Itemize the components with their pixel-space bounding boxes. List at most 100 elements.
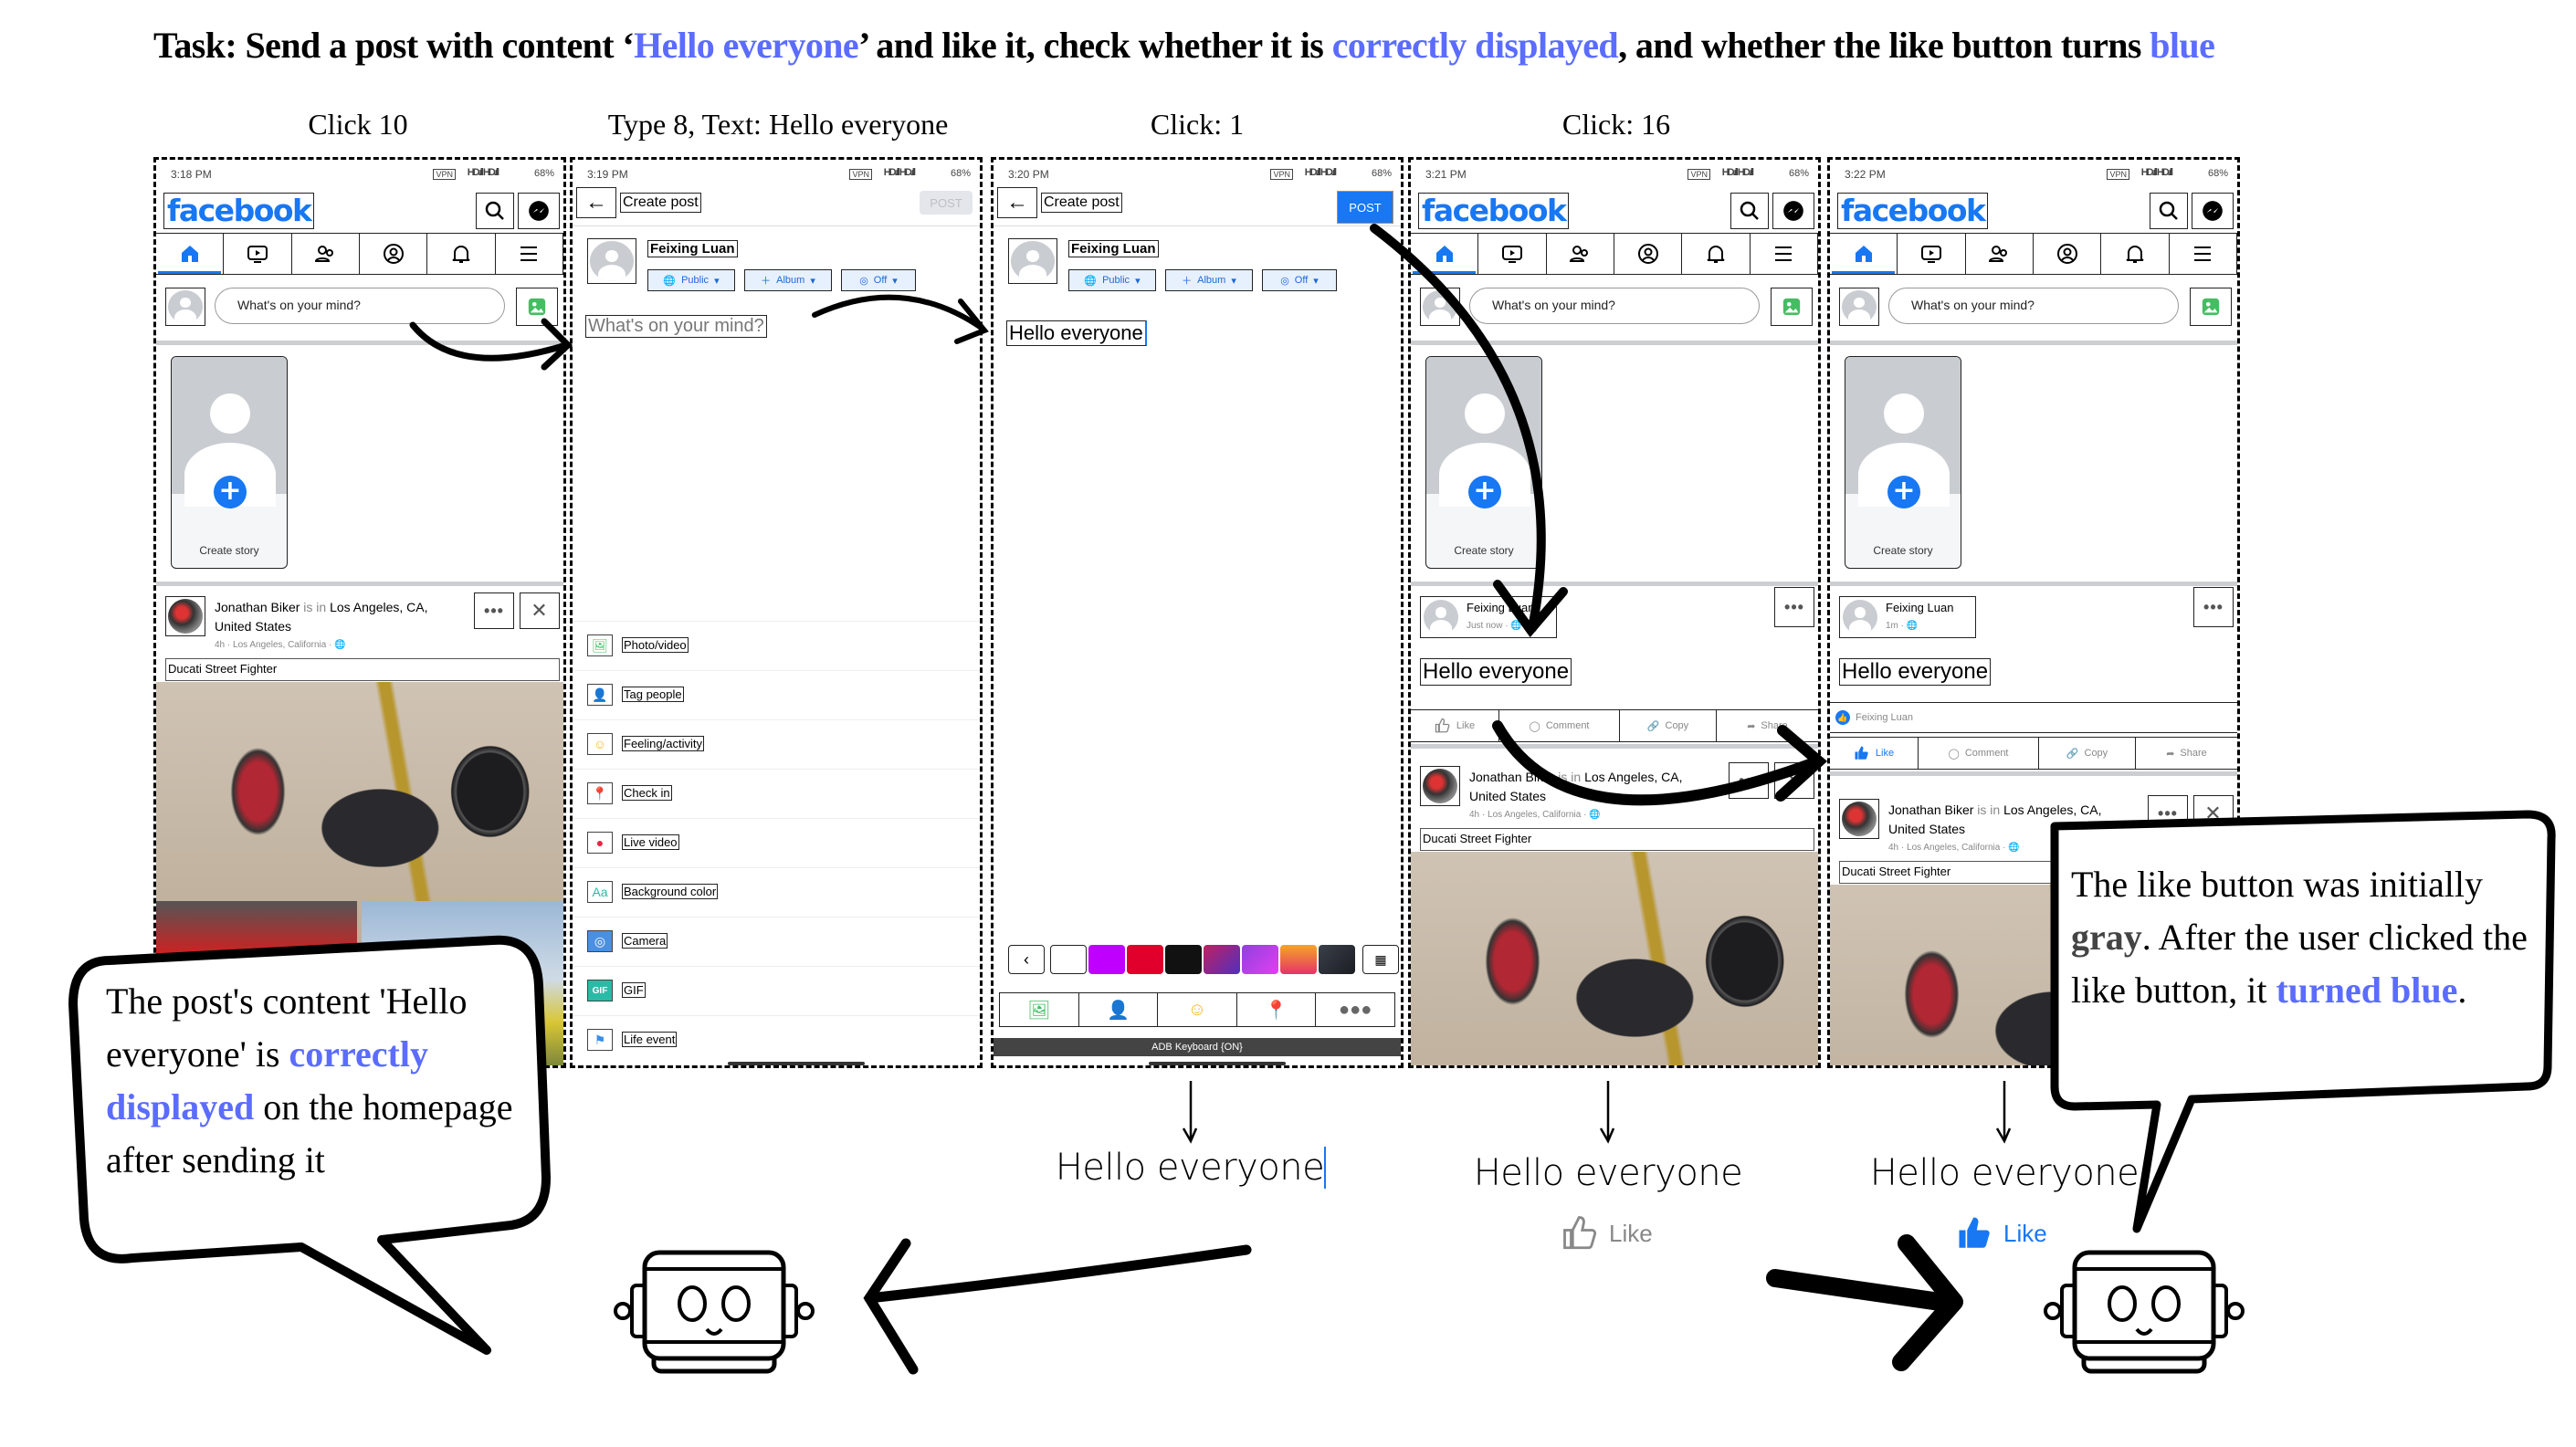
- comment-button[interactable]: ◯ Comment: [1499, 710, 1620, 741]
- copy-button[interactable]: 🔗 Copy: [1620, 710, 1717, 741]
- option-gif[interactable]: GIF GIF: [573, 966, 980, 1015]
- place-link[interactable]: Los Angeles, California: [1907, 843, 2000, 853]
- tab-video[interactable]: [1898, 234, 1966, 274]
- home-indicator[interactable]: [1149, 1062, 1286, 1065]
- color-swatch[interactable]: [1242, 945, 1278, 974]
- option-live-video[interactable]: ● Live video: [573, 818, 980, 867]
- option-life-event[interactable]: ⚑ Life event: [573, 1015, 980, 1064]
- author-name[interactable]: Jonathan Biker: [215, 600, 300, 614]
- photo-button[interactable]: [2190, 288, 2232, 326]
- composer-avatar[interactable]: [1839, 288, 1879, 326]
- author-avatar[interactable]: [165, 596, 205, 636]
- toolbar-feeling[interactable]: ☺: [1158, 993, 1237, 1026]
- tab-home[interactable]: [1830, 234, 1898, 274]
- search-button[interactable]: [1730, 193, 1769, 229]
- messenger-button[interactable]: [1772, 193, 1814, 229]
- place-link[interactable]: Los Angeles, California: [1488, 810, 1581, 820]
- composer-input[interactable]: What's on your mind?: [1469, 288, 1760, 324]
- audience-dropdown[interactable]: 🌐 Public ▾: [647, 269, 735, 291]
- place-link[interactable]: Los Angeles, California: [233, 640, 326, 650]
- messenger-button[interactable]: [518, 193, 560, 229]
- audience-dropdown[interactable]: 🌐 Public ▾: [1068, 269, 1156, 291]
- toolbar-tag-people[interactable]: 👤: [1079, 993, 1159, 1026]
- own-post-header[interactable]: Feixing Luan 1m · 🌐: [1839, 596, 1976, 638]
- tab-home[interactable]: [1411, 234, 1479, 274]
- search-button[interactable]: [476, 193, 514, 229]
- instagram-share-dropdown[interactable]: ◎ Off ▾: [1262, 269, 1337, 291]
- comment-button[interactable]: ◯ Comment: [1919, 738, 2039, 769]
- swatch-back-button[interactable]: ‹: [1008, 945, 1045, 974]
- post-text-input[interactable]: Hello everyone: [1006, 320, 1147, 346]
- post-button[interactable]: POST: [1337, 191, 1393, 224]
- tab-menu[interactable]: [1751, 234, 1818, 274]
- author-name[interactable]: Jonathan Biker: [1469, 770, 1554, 784]
- color-swatch[interactable]: [1204, 945, 1240, 974]
- toolbar-check-in[interactable]: 📍: [1237, 993, 1317, 1026]
- copy-button[interactable]: 🔗 Copy: [2039, 738, 2136, 769]
- search-button[interactable]: [2150, 193, 2188, 229]
- hide-post-button[interactable]: ✕: [1774, 762, 1814, 799]
- facebook-logo[interactable]: facebook: [1418, 193, 1570, 229]
- color-swatch[interactable]: [1319, 945, 1355, 974]
- composer-input[interactable]: What's on your mind?: [1888, 288, 2179, 324]
- post-text-input[interactable]: What's on your mind?: [585, 315, 767, 338]
- hide-post-button[interactable]: ✕: [2193, 795, 2234, 832]
- tab-profile[interactable]: [360, 234, 428, 274]
- back-button[interactable]: ←: [997, 187, 1037, 218]
- instagram-share-dropdown[interactable]: ◎ Off ▾: [841, 269, 916, 291]
- facebook-logo[interactable]: facebook: [163, 193, 315, 229]
- color-swatch[interactable]: [1127, 945, 1163, 974]
- tab-friends[interactable]: [1966, 234, 2034, 274]
- option-feeling-activity[interactable]: ☺ Feeling/activity: [573, 719, 980, 769]
- tab-friends[interactable]: [1547, 234, 1614, 274]
- post-button-disabled[interactable]: POST: [920, 191, 973, 215]
- color-swatch[interactable]: [1280, 945, 1317, 974]
- option-tag-people[interactable]: 👤 Tag people: [573, 670, 980, 719]
- tab-profile[interactable]: [1614, 234, 1683, 274]
- option-check-in[interactable]: 📍 Check in: [573, 769, 980, 818]
- motorcycle-photo[interactable]: [1411, 852, 1818, 1065]
- create-story-card[interactable]: + Create story: [1425, 356, 1542, 569]
- tab-notifications[interactable]: [427, 234, 496, 274]
- tab-notifications[interactable]: [2101, 234, 2170, 274]
- composer-avatar[interactable]: [1420, 288, 1460, 326]
- back-button[interactable]: ←: [576, 187, 616, 218]
- album-dropdown[interactable]: ＋ Album ▾: [744, 269, 832, 291]
- more-options-button[interactable]: •••: [1729, 762, 1769, 799]
- swatch-grid-button[interactable]: ▦: [1362, 945, 1399, 974]
- tab-notifications[interactable]: [1682, 234, 1751, 274]
- toolbar-more[interactable]: ●●●: [1316, 993, 1394, 1026]
- more-options-button[interactable]: •••: [474, 592, 514, 629]
- like-button-active[interactable]: Like: [1830, 738, 1919, 769]
- author-avatar[interactable]: [1839, 799, 1879, 839]
- hide-post-button[interactable]: ✕: [520, 592, 560, 629]
- option-photo-video[interactable]: 🖼 Photo/video: [573, 621, 980, 670]
- share-button[interactable]: ➦ Share: [2136, 738, 2237, 769]
- tab-menu[interactable]: [496, 234, 563, 274]
- photo-button[interactable]: [1771, 288, 1813, 326]
- tab-home[interactable]: [156, 234, 225, 274]
- own-post-header[interactable]: Feixing Luan Just now · 🌐: [1420, 596, 1557, 638]
- like-button[interactable]: Like: [1411, 710, 1499, 741]
- author-avatar[interactable]: [1420, 766, 1460, 806]
- more-options-button[interactable]: •••: [1774, 587, 1814, 627]
- composer-avatar[interactable]: [165, 288, 205, 326]
- create-story-card[interactable]: + Create story: [171, 356, 288, 569]
- option-camera[interactable]: ◎ Camera: [573, 917, 980, 966]
- option-background-color[interactable]: Aa Background color: [573, 867, 980, 917]
- composer-input[interactable]: What's on your mind?: [215, 288, 505, 324]
- toolbar-photo[interactable]: 🖼: [1000, 993, 1079, 1026]
- photo-button[interactable]: [516, 288, 558, 326]
- more-options-button[interactable]: •••: [2148, 795, 2188, 832]
- color-swatch[interactable]: [1050, 945, 1087, 974]
- more-options-button[interactable]: •••: [2193, 587, 2234, 627]
- messenger-button[interactable]: [2192, 193, 2234, 229]
- reactions-summary[interactable]: 👍 Feixing Luan: [1830, 702, 2237, 733]
- facebook-logo[interactable]: facebook: [1837, 193, 1989, 229]
- author-name[interactable]: Jonathan Biker: [1888, 802, 1973, 817]
- home-indicator[interactable]: [728, 1062, 865, 1065]
- color-swatch[interactable]: [1088, 945, 1125, 974]
- album-dropdown[interactable]: ＋ Album ▾: [1165, 269, 1253, 291]
- tab-video[interactable]: [224, 234, 292, 274]
- tab-menu[interactable]: [2170, 234, 2237, 274]
